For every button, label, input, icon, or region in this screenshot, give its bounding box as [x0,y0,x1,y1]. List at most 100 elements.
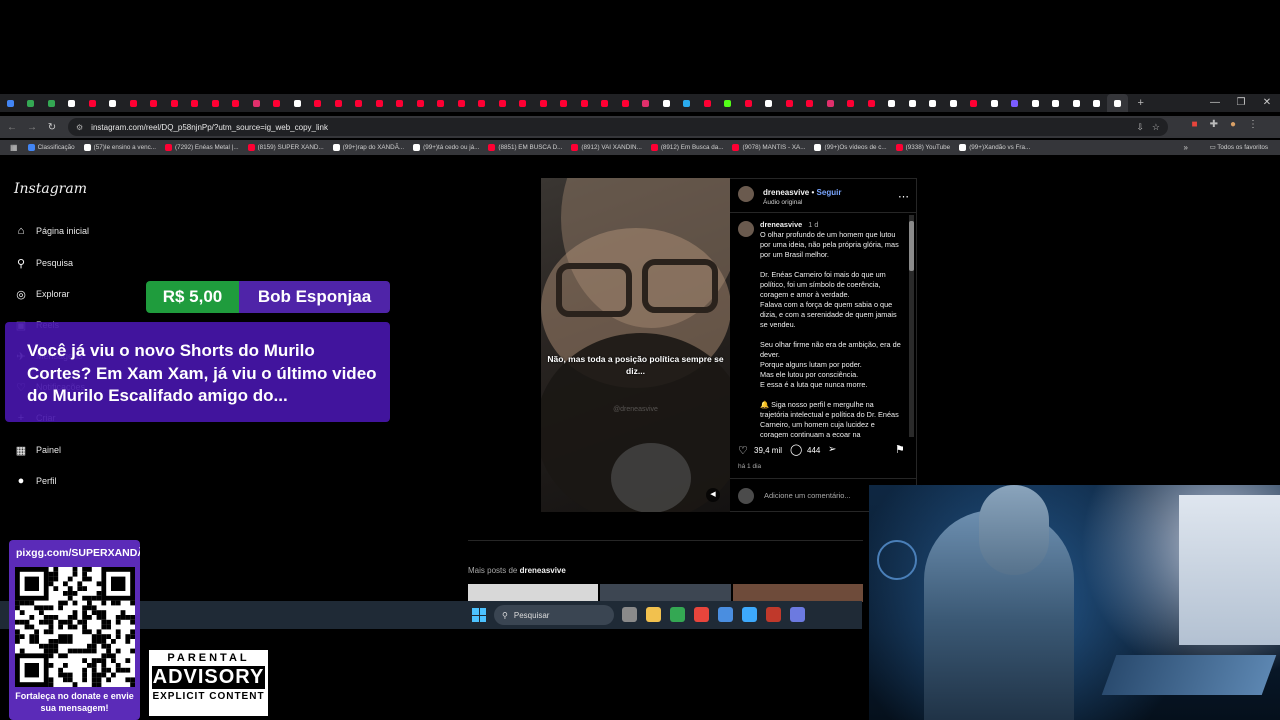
site-info-icon[interactable]: ⚙ [76,123,83,132]
browser-tab[interactable] [1066,94,1087,112]
mute-icon[interactable]: ◀ [706,488,720,502]
browser-tab[interactable] [308,94,329,112]
browser-tab[interactable] [820,94,841,112]
browser-tab[interactable] [882,94,903,112]
browser-tab[interactable] [226,94,247,112]
browser-tab[interactable] [451,94,472,112]
taskbar-app-icon[interactable] [742,607,757,622]
extension-icon[interactable]: ■ [1192,119,1198,130]
browser-tab[interactable] [800,94,821,112]
browser-tab[interactable] [923,94,944,112]
browser-tab[interactable] [615,94,636,112]
bookmark-item[interactable]: Classificação [27,144,75,151]
follow-button[interactable]: Seguir [817,188,842,197]
bookmark-item[interactable]: (7292) Enéas Metal |... [164,144,239,151]
taskbar-app-icon[interactable] [718,607,733,622]
reel-video[interactable]: Não, mas toda a posição política sempre … [541,178,730,512]
taskbar-app-icon[interactable] [646,607,661,622]
browser-tab[interactable] [0,94,21,112]
taskbar-app-icon[interactable] [694,607,709,622]
bookmark-item[interactable]: (99+)Xandão vs Fra... [959,144,1030,151]
address-bar[interactable]: ⚙ instagram.com/reel/DQ_p58njnPp/?utm_so… [68,118,1168,136]
bookmark-item[interactable]: (9078) MANTIS - XA... [732,144,805,151]
browser-tab[interactable] [595,94,616,112]
taskbar-app-icon[interactable] [790,607,805,622]
browser-tab[interactable] [103,94,124,112]
browser-tab[interactable] [82,94,103,112]
caption-username[interactable]: dreneasvive [760,220,802,229]
bookmarks-overflow-icon[interactable]: » [1184,143,1188,152]
browser-tab[interactable] [759,94,780,112]
comment-count[interactable]: 444 [807,446,820,455]
bookmark-item[interactable]: (57)Ie ensino a venc... [83,144,156,151]
back-button[interactable]: ← [2,122,22,133]
browser-tab[interactable] [984,94,1005,112]
bookmark-item[interactable]: (8912) Em Busca da... [650,144,723,151]
browser-tab[interactable] [41,94,62,112]
reload-button[interactable]: ↻ [42,122,62,133]
browser-tab[interactable] [554,94,575,112]
caption-scrollbar[interactable] [909,215,914,437]
browser-tab[interactable] [718,94,739,112]
taskbar-app-icon[interactable] [766,607,781,622]
post-author-avatar[interactable] [738,186,754,202]
sidebar-item-dashboard[interactable]: ▦ Painel [14,443,61,457]
caption-author-avatar[interactable] [738,221,754,237]
browser-tab[interactable] [738,94,759,112]
more-posts-username[interactable]: dreneasvive [520,566,566,575]
all-bookmarks-folder[interactable]: ▭ Todos os favoritos [1210,140,1268,155]
sidebar-item-compass[interactable]: ◎ Explorar [14,287,69,301]
like-count[interactable]: 39,4 mil [754,446,782,455]
browser-tab[interactable] [1087,94,1108,112]
install-app-icon[interactable]: ⇩ [1136,122,1144,133]
browser-tab[interactable] [1005,94,1026,112]
profile-avatar-icon[interactable]: ● [1230,119,1236,130]
bookmark-item[interactable]: (8851) EM BUSCA D... [488,144,562,151]
sidebar-item-home[interactable]: ⌂ Página inicial [14,224,89,238]
browser-tab[interactable] [349,94,370,112]
browser-tab[interactable] [943,94,964,112]
share-icon[interactable]: ➢ [828,444,836,455]
browser-tab[interactable] [369,94,390,112]
browser-tab[interactable] [21,94,42,112]
browser-tab[interactable] [123,94,144,112]
sidebar-item-profile[interactable]: ● Perfil [14,474,57,488]
browser-tab[interactable] [1107,94,1128,112]
browser-tab[interactable] [144,94,165,112]
instagram-logo[interactable]: Instagram [14,181,87,197]
taskbar-app-icon[interactable] [622,607,637,622]
maximize-button[interactable]: ❐ [1228,94,1254,112]
scrollbar-thumb[interactable] [909,221,914,271]
menu-kebab-icon[interactable]: ⋮ [1248,119,1258,130]
sidebar-item-search[interactable]: ⚲ Pesquisa [14,256,73,270]
new-tab-button[interactable]: + [1138,97,1144,109]
browser-tab[interactable] [267,94,288,112]
browser-tab[interactable] [62,94,83,112]
taskbar-app-icon[interactable] [670,607,685,622]
browser-tab[interactable] [964,94,985,112]
bookmark-item[interactable]: (99+)Os vídeos de c... [814,144,887,151]
browser-tab[interactable] [1046,94,1067,112]
browser-tab[interactable] [390,94,411,112]
browser-tab[interactable] [287,94,308,112]
original-audio-link[interactable]: Áudio original [763,199,802,206]
browser-tab[interactable] [656,94,677,112]
browser-tab[interactable] [574,94,595,112]
browser-tab[interactable] [779,94,800,112]
close-window-button[interactable]: ✕ [1254,94,1280,112]
post-author-username[interactable]: dreneasvive [763,188,809,197]
browser-tab[interactable] [861,94,882,112]
browser-tab[interactable] [1025,94,1046,112]
more-options-icon[interactable]: ⋯ [898,190,909,203]
browser-tab[interactable] [533,94,554,112]
browser-tab[interactable] [185,94,206,112]
browser-tab[interactable] [492,94,513,112]
browser-tab[interactable] [513,94,534,112]
post-thumbnail[interactable] [732,584,863,602]
browser-tab[interactable] [697,94,718,112]
comment-icon[interactable]: ◯ [790,443,802,456]
forward-button[interactable]: → [22,122,42,133]
save-bookmark-icon[interactable]: ⚑ [895,443,905,456]
bookmark-item[interactable]: (8912) VAI XANDIN... [571,144,642,151]
like-icon[interactable]: ♡ [738,444,748,457]
